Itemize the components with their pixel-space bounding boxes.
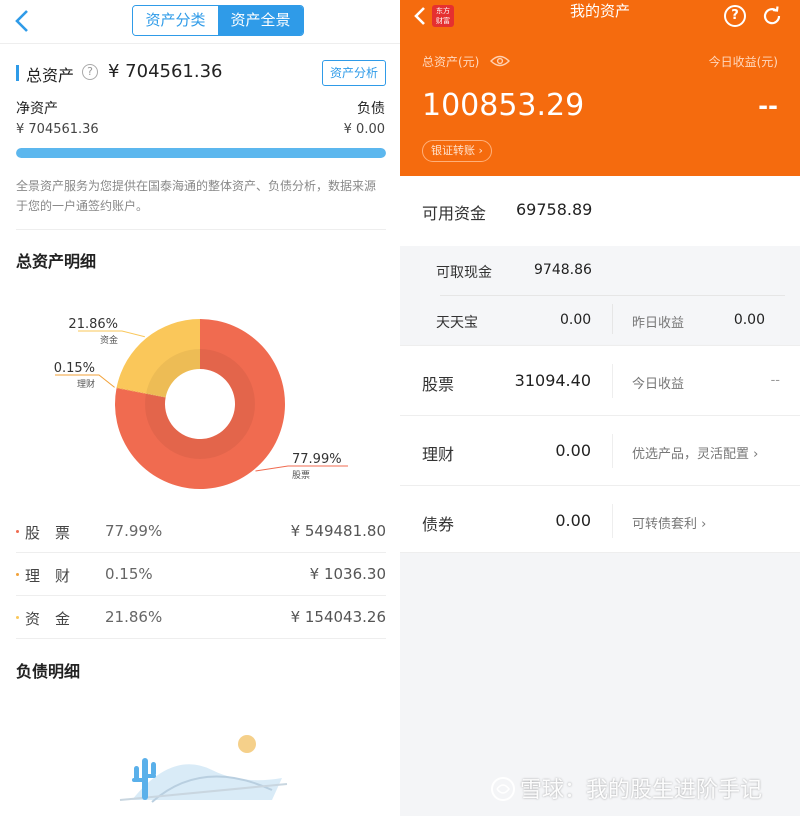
withdrawable-cash-label: 可取现金 xyxy=(436,265,492,281)
donut-percent-label: 77.99% xyxy=(292,452,342,467)
divider xyxy=(440,295,785,296)
stock-row[interactable]: 股票 31094.40 今日收益 -- xyxy=(400,345,800,415)
left-panel: 资产分类 资产全景 总资产 ? ¥ 704561.36 资产分析 净资产 负债 … xyxy=(0,0,400,816)
total-assets-value: ¥ 704561.36 xyxy=(108,61,223,82)
back-arrow-icon[interactable] xyxy=(10,6,36,36)
xueqiu-logo-icon xyxy=(491,777,515,801)
segmented-control: 资产分类 资产全景 xyxy=(132,5,304,36)
question-icon[interactable]: ? xyxy=(82,64,98,80)
total-assets-label: 总资产 xyxy=(26,66,75,85)
legend-row[interactable]: 理 财 0.15% ¥ 1036.30 xyxy=(16,554,386,596)
divider xyxy=(612,504,613,538)
donut-category-label: 理财 xyxy=(77,378,95,390)
legend-percent: 0.15% xyxy=(105,565,153,583)
tiantianbao-label: 天天宝 xyxy=(436,315,478,331)
legend-row[interactable]: 资 金 21.86% ¥ 154043.26 xyxy=(16,597,386,639)
asset-donut-chart: 77.99% 股票 0.15% 理财 21.86% 资金 xyxy=(54,317,348,489)
legend-amount: ¥ 154043.26 xyxy=(290,608,386,626)
legend-percent: 21.86% xyxy=(105,608,163,626)
wealth-label: 理财 xyxy=(422,445,455,464)
asset-detail-title: 总资产明细 xyxy=(16,252,97,271)
watermark: 雪球：我的股生进阶手记 xyxy=(520,778,763,803)
total-assets-value: 100853.29 xyxy=(422,88,585,123)
today-profit-value: -- xyxy=(758,92,778,120)
divider xyxy=(612,364,613,398)
net-asset-progress-bar xyxy=(16,148,386,158)
legend-amount: ¥ 549481.80 xyxy=(290,522,386,540)
available-funds-row[interactable]: 可用资金 69758.89 xyxy=(400,176,800,246)
eye-icon[interactable] xyxy=(490,55,510,67)
yesterday-profit-label: 昨日收益 xyxy=(632,316,685,331)
available-funds-label: 可用资金 xyxy=(422,204,487,223)
total-assets-row: 总资产 ? ¥ 704561.36 资产分析 xyxy=(16,60,386,88)
tiantianbao-value: 0.00 xyxy=(560,312,592,328)
stock-today-profit-value: -- xyxy=(770,373,780,388)
nav-bar: 资产分类 资产全景 xyxy=(0,0,400,44)
legend-amount: ¥ 1036.30 xyxy=(309,565,386,583)
empty-state-illustration xyxy=(119,735,288,803)
asset-analysis-button[interactable]: 资产分析 xyxy=(322,60,386,86)
header-card: 东方 财富 我的资产 ? 总资产(元) 今日收益(元) 100853.29 -- … xyxy=(400,0,800,176)
donut-category-label: 股票 xyxy=(292,470,310,481)
help-icon[interactable]: ? xyxy=(724,5,746,27)
divider xyxy=(16,229,386,230)
yesterday-profit-value: 0.00 xyxy=(733,312,765,328)
available-funds-value: 69758.89 xyxy=(516,200,593,219)
stock-today-profit-label: 今日收益 xyxy=(632,377,685,392)
divider xyxy=(612,304,613,334)
donut-percent-label: 0.15% xyxy=(54,361,95,376)
convertible-bond-link[interactable]: 可转债套利 › xyxy=(632,513,706,532)
bond-row[interactable]: 债券 0.00 可转债套利 › xyxy=(400,485,800,553)
legend-percent: 77.99% xyxy=(105,522,163,540)
legend-name: 股 票 xyxy=(25,524,71,542)
progress-fill xyxy=(16,148,386,158)
bond-label: 债券 xyxy=(422,515,455,534)
legend-row[interactable]: 股 票 77.99% ¥ 549481.80 xyxy=(16,511,386,553)
bank-securities-transfer-button[interactable]: 银证转账 › xyxy=(422,140,492,162)
tab-asset-overview[interactable]: 资产全景 xyxy=(218,6,303,35)
right-panel: 东方 财富 我的资产 ? 总资产(元) 今日收益(元) 100853.29 -- … xyxy=(400,0,800,816)
donut-percent-label: 21.86% xyxy=(68,317,118,332)
legend-name: 理 财 xyxy=(25,567,71,585)
total-assets-label: 总资产(元) xyxy=(422,55,480,69)
legend-name: 资 金 xyxy=(25,610,71,628)
section-marker xyxy=(16,65,19,81)
legend-dot xyxy=(16,530,19,533)
tab-asset-category[interactable]: 资产分类 xyxy=(133,6,218,35)
divider xyxy=(612,434,613,468)
today-profit-label: 今日收益(元) xyxy=(708,55,778,69)
wealth-row[interactable]: 理财 0.00 优选产品，灵活配置 › xyxy=(400,415,800,485)
liabilities-value: ¥ 0.00 xyxy=(343,122,385,137)
donut-inner-shade xyxy=(145,349,255,459)
overview-description: 全景资产服务为您提供在国泰海通的整体资产、负债分析，数据来源于您的一户通签约账户… xyxy=(16,179,377,213)
bond-value: 0.00 xyxy=(555,511,591,530)
withdrawable-cash-value: 9748.86 xyxy=(534,262,592,278)
wealth-promo-link[interactable]: 优选产品，灵活配置 › xyxy=(632,443,758,462)
legend-dot xyxy=(16,573,19,576)
funds-detail-box: 可取现金 9748.86 天天宝 0.00 昨日收益 0.00 xyxy=(420,246,785,344)
legend-dot xyxy=(16,616,19,619)
net-assets-label: 净资产 xyxy=(16,101,58,117)
net-assets-value: ¥ 704561.36 xyxy=(16,122,99,137)
donut-category-label: 资金 xyxy=(100,334,118,346)
stock-label: 股票 xyxy=(422,375,455,394)
stock-value: 31094.40 xyxy=(514,371,591,390)
liabilities-label: 负债 xyxy=(357,101,385,117)
refresh-icon[interactable] xyxy=(760,4,784,28)
liability-detail-title: 负债明细 xyxy=(16,662,81,681)
wealth-value: 0.00 xyxy=(555,441,591,460)
